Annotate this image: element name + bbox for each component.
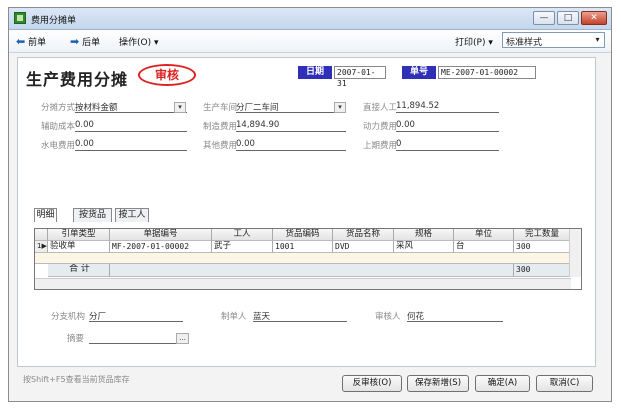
print-label: 打印(P) [455, 38, 486, 48]
prev-label: 前单 [28, 38, 47, 48]
table-cell[interactable]: 采风 [394, 241, 454, 253]
other-cost-label: 其他费用 [203, 141, 238, 151]
auditor-field[interactable]: 何花 [407, 310, 503, 322]
prev-period-field[interactable]: 0 [396, 139, 499, 151]
status-text: 按Shift+F5查看当前货品库存 [23, 375, 130, 384]
row-indicator[interactable]: 1▶ [35, 241, 48, 253]
other-cost-field[interactable]: 0.00 [236, 139, 346, 151]
chevron-down-icon[interactable]: ▾ [174, 102, 186, 113]
chevron-down-icon[interactable]: ▾ [334, 102, 346, 113]
date-label: 日期 [298, 66, 332, 79]
branch-field[interactable]: 分厂 [89, 310, 183, 322]
mfg-cost-field[interactable]: 14,894.90 [236, 120, 346, 132]
power-cost-label: 动力费用 [363, 122, 398, 132]
direct-labor-label: 直接人工 [363, 103, 398, 113]
aux-cost-label: 辅助成本 [41, 122, 76, 132]
power-cost-field[interactable]: 0.00 [396, 120, 499, 132]
tab-detail[interactable]: 明细 [34, 208, 57, 222]
prev-button[interactable]: ⬅ 前单 [16, 35, 46, 48]
mfg-cost-label: 制造费用 [203, 122, 238, 132]
row-number: 1 [37, 242, 42, 250]
total-label: 合 计 [48, 264, 110, 277]
column-header[interactable]: 规格 [394, 229, 454, 241]
arrow-left-icon: ⬅ [16, 35, 26, 48]
number-field[interactable]: ME-2007-01-00002 [438, 66, 536, 79]
table-cell[interactable]: 武子 [212, 241, 273, 253]
column-header[interactable]: 货品编码 [273, 229, 333, 241]
chevron-down-icon: ▾ [591, 33, 604, 47]
column-header[interactable]: 引单类型 [48, 229, 110, 241]
maximize-button[interactable]: □ [557, 11, 579, 25]
total-quantity: 300 [514, 264, 571, 277]
page-title: 生产费用分摊 [26, 70, 129, 89]
column-header[interactable]: 工人 [212, 229, 273, 241]
table-row-empty[interactable] [35, 253, 571, 264]
print-style-value: 标准样式 [506, 38, 543, 48]
maker-field[interactable]: 蓝天 [253, 310, 347, 322]
column-header[interactable]: 单据编号 [110, 229, 212, 241]
minimize-button[interactable]: — [533, 11, 555, 25]
cancel-button[interactable]: 取消(C) [536, 375, 593, 392]
prev-period-label: 上期费用 [363, 141, 398, 151]
utility-field[interactable]: 0.00 [75, 139, 187, 151]
table-cell[interactable]: 验收单 [48, 241, 110, 253]
save-new-button[interactable]: 保存新增(S) [407, 375, 469, 392]
tab-by-product[interactable]: 按货品 [73, 208, 112, 222]
operations-menu[interactable]: 操作(O) ▾ [119, 35, 159, 48]
date-field[interactable]: 2007-01-31 [334, 66, 386, 88]
direct-labor-field[interactable]: 11,894.52 [396, 101, 499, 113]
title-bar: 费用分摊单 — □ ✕ [9, 8, 611, 30]
arrow-right-icon: ➡ [70, 35, 80, 48]
alloc-method-label: 分摊方式 [41, 103, 76, 113]
grid-horizontal-scrollbar[interactable] [35, 278, 571, 289]
maker-label: 制单人 [221, 312, 247, 322]
branch-label: 分支机构 [51, 312, 86, 322]
document-window: 费用分摊单 — □ ✕ ⬅ 前单 ➡ 后单 操作(O) ▾ 打印(P) ▾ 标准… [8, 7, 612, 402]
auditor-label: 审核人 [375, 312, 401, 322]
ok-button[interactable]: 确定(A) [475, 375, 530, 392]
workshop-label: 生产车间 [203, 103, 238, 113]
ellipsis-button[interactable]: ... [176, 333, 189, 344]
window-title: 费用分摊单 [31, 16, 77, 26]
close-button[interactable]: ✕ [581, 11, 607, 25]
column-header[interactable]: 单位 [454, 229, 514, 241]
table-cell[interactable]: 300 [514, 241, 571, 253]
column-header[interactable]: 完工数量 [514, 229, 571, 241]
operations-label: 操作(O) [119, 38, 152, 48]
utility-label: 水电费用 [41, 141, 76, 151]
chevron-down-icon: ▾ [488, 38, 493, 48]
audit-stamp: 审核 [138, 64, 196, 86]
alloc-method-select[interactable]: 按材料金额 [75, 101, 187, 113]
summary-field[interactable] [89, 332, 189, 344]
grid-vertical-scrollbar[interactable] [569, 229, 581, 277]
detail-grid: 引单类型 单据编号 工人 货品编码 货品名称 规格 单位 完工数量 1▶ 验收单… [34, 228, 582, 290]
summary-label: 摘要 [67, 334, 85, 344]
next-label: 后单 [82, 38, 101, 48]
print-style-select[interactable]: 标准样式 ▾ [502, 32, 605, 48]
print-menu[interactable]: 打印(P) ▾ [455, 35, 493, 48]
app-icon [14, 12, 26, 24]
column-header[interactable]: 货品名称 [333, 229, 394, 241]
table-cell[interactable]: DVD [333, 241, 394, 253]
workshop-select[interactable]: 分厂二车间 [236, 101, 346, 113]
unaudit-button[interactable]: 反审核(O) [342, 375, 402, 392]
toolbar: ⬅ 前单 ➡ 后单 操作(O) ▾ 打印(P) ▾ 标准样式 ▾ [9, 30, 611, 53]
aux-cost-field[interactable]: 0.00 [75, 120, 187, 132]
row-indicator-header [35, 229, 48, 241]
table-cell[interactable]: MF-2007-01-00002 [110, 241, 212, 253]
total-row-spacer [110, 264, 514, 277]
next-button[interactable]: ➡ 后单 [70, 35, 100, 48]
number-label: 单号 [402, 66, 436, 79]
table-cell[interactable]: 台 [454, 241, 514, 253]
tab-by-worker[interactable]: 按工人 [115, 208, 149, 222]
chevron-down-icon: ▾ [153, 38, 159, 48]
table-cell[interactable]: 1001 [273, 241, 333, 253]
